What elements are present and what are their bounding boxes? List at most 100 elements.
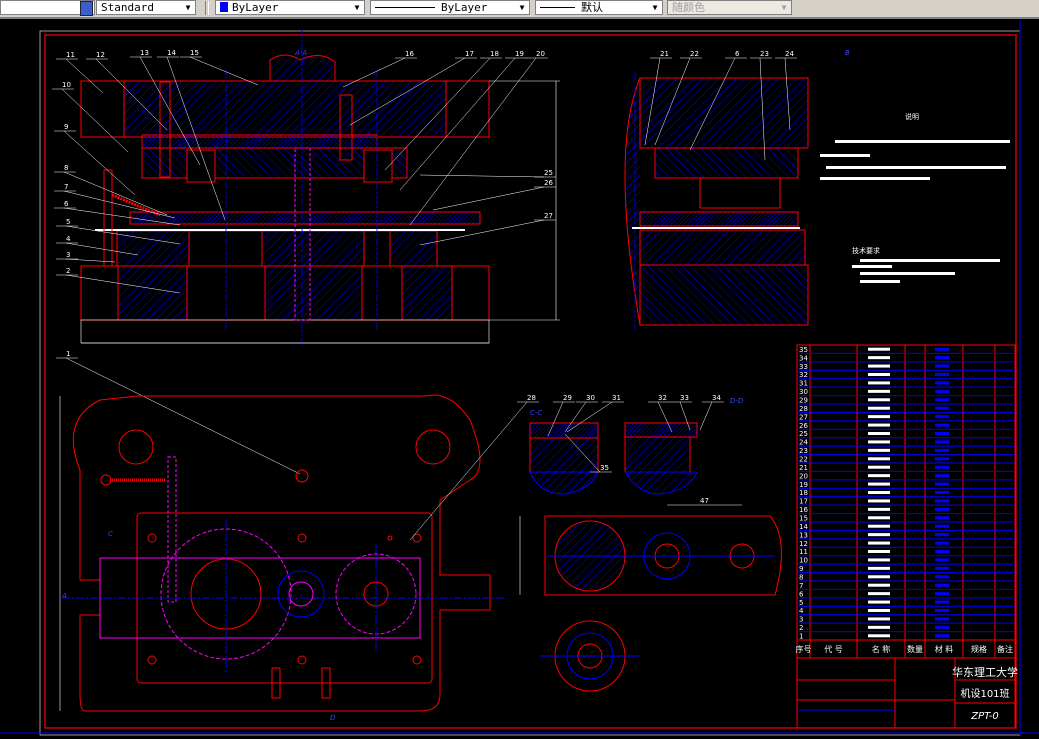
base-end-right (451, 265, 490, 321)
leader-line (419, 174, 545, 178)
linetype-dropdown[interactable]: ByLayer ▼ (370, 0, 530, 15)
chevron-down-icon: ▼ (185, 3, 191, 12)
part-callout: 23 (760, 50, 769, 58)
leader-line (63, 130, 136, 196)
table-cell-material (935, 617, 949, 621)
plan-view (59, 394, 505, 712)
table-row-number: 18 (799, 489, 808, 497)
table-cell-name (868, 364, 890, 368)
plot-style-dropdown: 随颜色 ▼ (667, 0, 792, 15)
detail-sections (529, 422, 698, 495)
part-callout: 8 (64, 164, 68, 172)
text-style-dropdown[interactable]: Standard ▼ (96, 0, 196, 15)
table-row-number: 17 (799, 498, 808, 506)
table-cell-name (868, 524, 890, 528)
table-cell-material (935, 516, 949, 520)
table-cell-material (935, 550, 949, 553)
table-cell-name (868, 575, 890, 579)
part-callout: 28 (527, 394, 536, 402)
table-cell-material (935, 558, 949, 562)
table-row-number: 28 (799, 405, 808, 413)
table-cell-name (868, 566, 890, 570)
upper-die-plate (80, 80, 490, 138)
table-cell-material (935, 389, 949, 393)
table-row-number: 29 (799, 397, 808, 405)
table-cell-name (868, 491, 890, 494)
table-row-number: 26 (799, 422, 808, 430)
lower-die-base (80, 265, 490, 321)
lineweight-value: 默认 (581, 1, 603, 14)
table-row-number: 9 (799, 565, 803, 573)
table-cell-name (868, 440, 890, 444)
table-cell-name (868, 533, 890, 537)
table-row-number: 34 (799, 354, 808, 362)
table-row-number: 10 (799, 557, 808, 565)
line-sample (375, 7, 435, 8)
section-mark-d: D (330, 714, 336, 722)
table-cell-material (935, 373, 949, 376)
color-swatch (220, 2, 228, 12)
chevron-down-icon: ▼ (354, 3, 360, 12)
table-cell-name (868, 507, 890, 511)
part-callout: 7 (64, 183, 68, 191)
section-mark-a: A (61, 592, 67, 600)
table-row-number: 24 (799, 439, 808, 447)
table-cell-name (868, 356, 890, 360)
table-header: 材 料 (935, 644, 954, 654)
lineweight-dropdown[interactable]: 默认 ▼ (535, 0, 663, 15)
table-cell-material (935, 381, 949, 385)
color-dropdown[interactable]: ByLayer ▼ (215, 0, 365, 15)
part-callout: 33 (680, 394, 689, 402)
parts-table-frame (796, 344, 1016, 659)
table-cell-material (935, 474, 949, 478)
table-cell-name (868, 583, 890, 587)
drawing-canvas[interactable]: A-A 11 12 13 14 15 16 17 18 19 201098765432252627… (0, 19, 1039, 739)
table-row-number: 25 (799, 430, 808, 438)
table-cell-name (868, 389, 890, 393)
table-cell-material (935, 465, 949, 469)
table-cell-name (868, 634, 890, 638)
table-cell-material (935, 415, 949, 419)
table-row-number: 32 (799, 371, 808, 379)
guide-pin (103, 169, 113, 267)
table-row-number: 8 (799, 574, 803, 582)
die-set-outline (72, 394, 491, 712)
part-callout: 35 (600, 464, 609, 472)
leader-line (65, 258, 116, 263)
punch-holder-plate (141, 134, 378, 149)
part-callout: 6 (735, 50, 740, 58)
table-row-number: 35 (799, 346, 808, 354)
table-row-number: 21 (799, 464, 808, 472)
table-cell-material (935, 524, 949, 528)
table-cell-material (935, 575, 949, 579)
table-header: 名 称 (872, 644, 891, 654)
table-row-number: 31 (799, 380, 808, 388)
part-callout: 25 (544, 169, 553, 177)
leader-line (699, 401, 713, 431)
table-cell-material (935, 406, 949, 410)
base-slot (361, 265, 403, 321)
table-row-number: 27 (799, 413, 808, 421)
parts-list: 3534333231302928272625242322212019181716… (796, 344, 1016, 659)
table-header: 数量 (907, 644, 923, 654)
table-row-number: 4 (799, 607, 804, 615)
tech-req-title: 技术要求 (852, 246, 880, 255)
part-callout: 31 (612, 394, 621, 402)
guide-boss-left (80, 80, 125, 138)
notes-text (820, 140, 1010, 180)
chevron-down-icon: ▼ (519, 3, 525, 12)
pitch-dimension: 47 (700, 497, 709, 505)
part-callout: 30 (586, 394, 595, 402)
part-callout: 34 (712, 394, 721, 402)
table-cell-name (868, 465, 890, 469)
table-row-number: 20 (799, 472, 808, 480)
table-row-number: 1 (799, 633, 803, 641)
table-row-number: 6 (799, 590, 804, 598)
table-cell-name (868, 415, 890, 419)
strip-layout (519, 504, 782, 692)
table-cell-material (935, 432, 949, 435)
table-row-number: 30 (799, 388, 808, 396)
part-callout: 17 (465, 50, 474, 58)
table-cell-material (935, 347, 949, 351)
text-style-icon[interactable] (80, 1, 93, 16)
